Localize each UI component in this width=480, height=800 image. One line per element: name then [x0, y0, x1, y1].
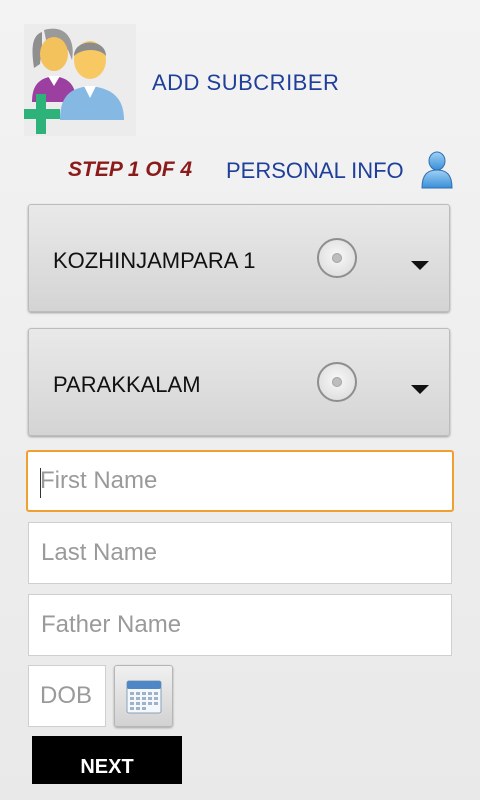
father-name-input[interactable]: [41, 595, 431, 655]
dob-field[interactable]: [28, 665, 106, 727]
first-name-field[interactable]: [26, 450, 454, 512]
area-spinner-value: PARAKKALAM: [53, 372, 201, 397]
first-name-input[interactable]: [40, 452, 430, 510]
add-subscriber-icon: [24, 24, 136, 136]
page-title: ADD SUBCRIBER: [152, 70, 340, 95]
text-cursor: [40, 468, 41, 498]
calendar-button[interactable]: [114, 665, 173, 727]
last-name-input[interactable]: [41, 523, 431, 583]
chevron-down-icon: [411, 261, 429, 270]
radio-button[interactable]: [317, 362, 357, 402]
header: ADD SUBCRIBER: [24, 24, 444, 136]
step-title: PERSONAL INFO: [226, 158, 404, 183]
user-icon: [421, 151, 453, 189]
calendar-icon: [126, 680, 162, 714]
step-label: STEP 1 OF 4: [68, 158, 193, 181]
next-button[interactable]: NEXT: [32, 736, 182, 784]
father-name-field[interactable]: [28, 594, 452, 656]
location-spinner-value: KOZHINJAMPARA 1: [53, 248, 256, 273]
radio-dot: [332, 377, 342, 387]
last-name-field[interactable]: [28, 522, 452, 584]
location-spinner[interactable]: KOZHINJAMPARA 1: [28, 204, 450, 312]
radio-dot: [332, 253, 342, 263]
area-spinner[interactable]: PARAKKALAM: [28, 328, 450, 436]
chevron-down-icon: [411, 385, 429, 394]
step-indicator: STEP 1 OF 4 PERSONAL INFO: [68, 150, 458, 190]
dob-input[interactable]: [40, 666, 100, 726]
radio-button[interactable]: [317, 238, 357, 278]
